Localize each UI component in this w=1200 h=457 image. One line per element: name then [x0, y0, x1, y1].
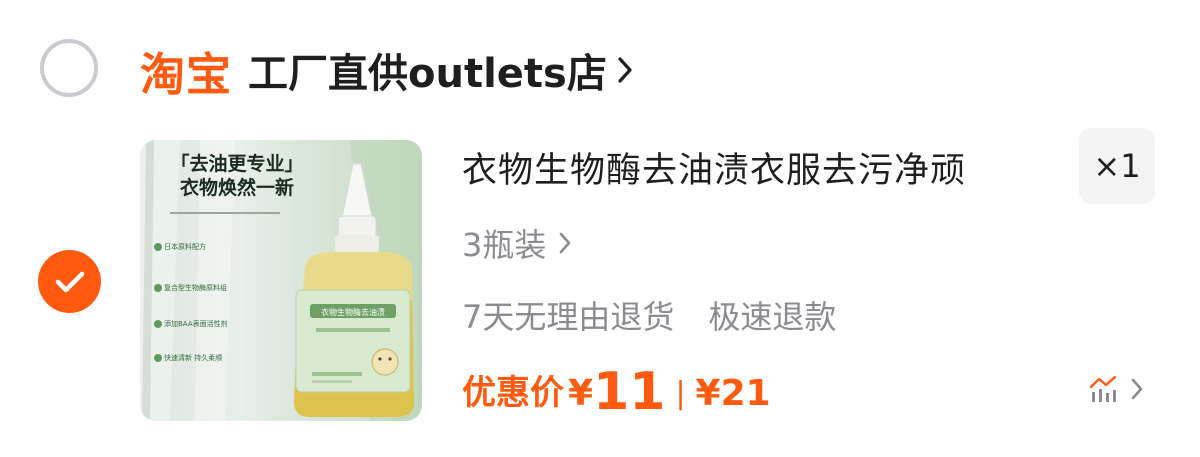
- image-feature-4: 快速清新 持久柔顺: [164, 354, 223, 362]
- price-label: 优惠价: [462, 373, 564, 413]
- image-feature-1: 日本原料配方: [164, 243, 206, 251]
- check-icon: [55, 271, 84, 292]
- quantity-badge[interactable]: ×1: [1079, 128, 1155, 204]
- item-select-checkbox[interactable]: [38, 250, 101, 313]
- shop-name[interactable]: 工厂直供outlets店: [248, 41, 607, 99]
- platform-logo: 淘宝: [140, 47, 233, 101]
- image-feature-2: 复合型生物酶原料组: [164, 284, 227, 292]
- price-trend-icon: [1089, 375, 1117, 402]
- service-tag-refund: 极速退款: [708, 298, 837, 336]
- chevron-right-icon: [1131, 378, 1143, 400]
- price-separator: |: [675, 376, 686, 411]
- spec-label: 3瓶装: [462, 226, 547, 264]
- discounted-price: 11: [593, 362, 666, 422]
- image-headline-line-1: 「去油更专业」: [170, 153, 304, 175]
- image-headline-line-2: 衣物焕然一新: [179, 177, 294, 199]
- product-image[interactable]: 衣物生物酶去油渍 「去油更专业」 衣物焕然一新 日本原料配方 复合型生物酶原料组…: [140, 140, 422, 421]
- service-tags: 7天无理由退货 极速退款: [462, 292, 836, 338]
- image-feature-3: 添加BAA表面活性剂: [164, 320, 228, 328]
- chevron-right-icon[interactable]: [617, 56, 633, 84]
- price-row: 优惠价 ¥ 11 | ¥21: [462, 358, 771, 418]
- price-trend-button[interactable]: [1088, 374, 1144, 404]
- price-currency: ¥: [568, 373, 594, 414]
- spec-selector[interactable]: 3瓶装: [462, 220, 572, 266]
- shop-select-radio[interactable]: [40, 39, 98, 97]
- shop-header[interactable]: 淘宝 工厂直供outlets店: [140, 38, 633, 102]
- chevron-right-icon: [558, 231, 572, 255]
- image-headline: 「去油更专业」 衣物焕然一新: [152, 152, 322, 200]
- original-price: ¥21: [695, 373, 771, 414]
- product-title[interactable]: 衣物生物酶去油渍衣服去污净顽: [462, 142, 966, 193]
- svg-text:衣物生物酶去油渍: 衣物生物酶去油渍: [321, 307, 385, 317]
- service-tag-return: 7天无理由退货: [462, 298, 675, 336]
